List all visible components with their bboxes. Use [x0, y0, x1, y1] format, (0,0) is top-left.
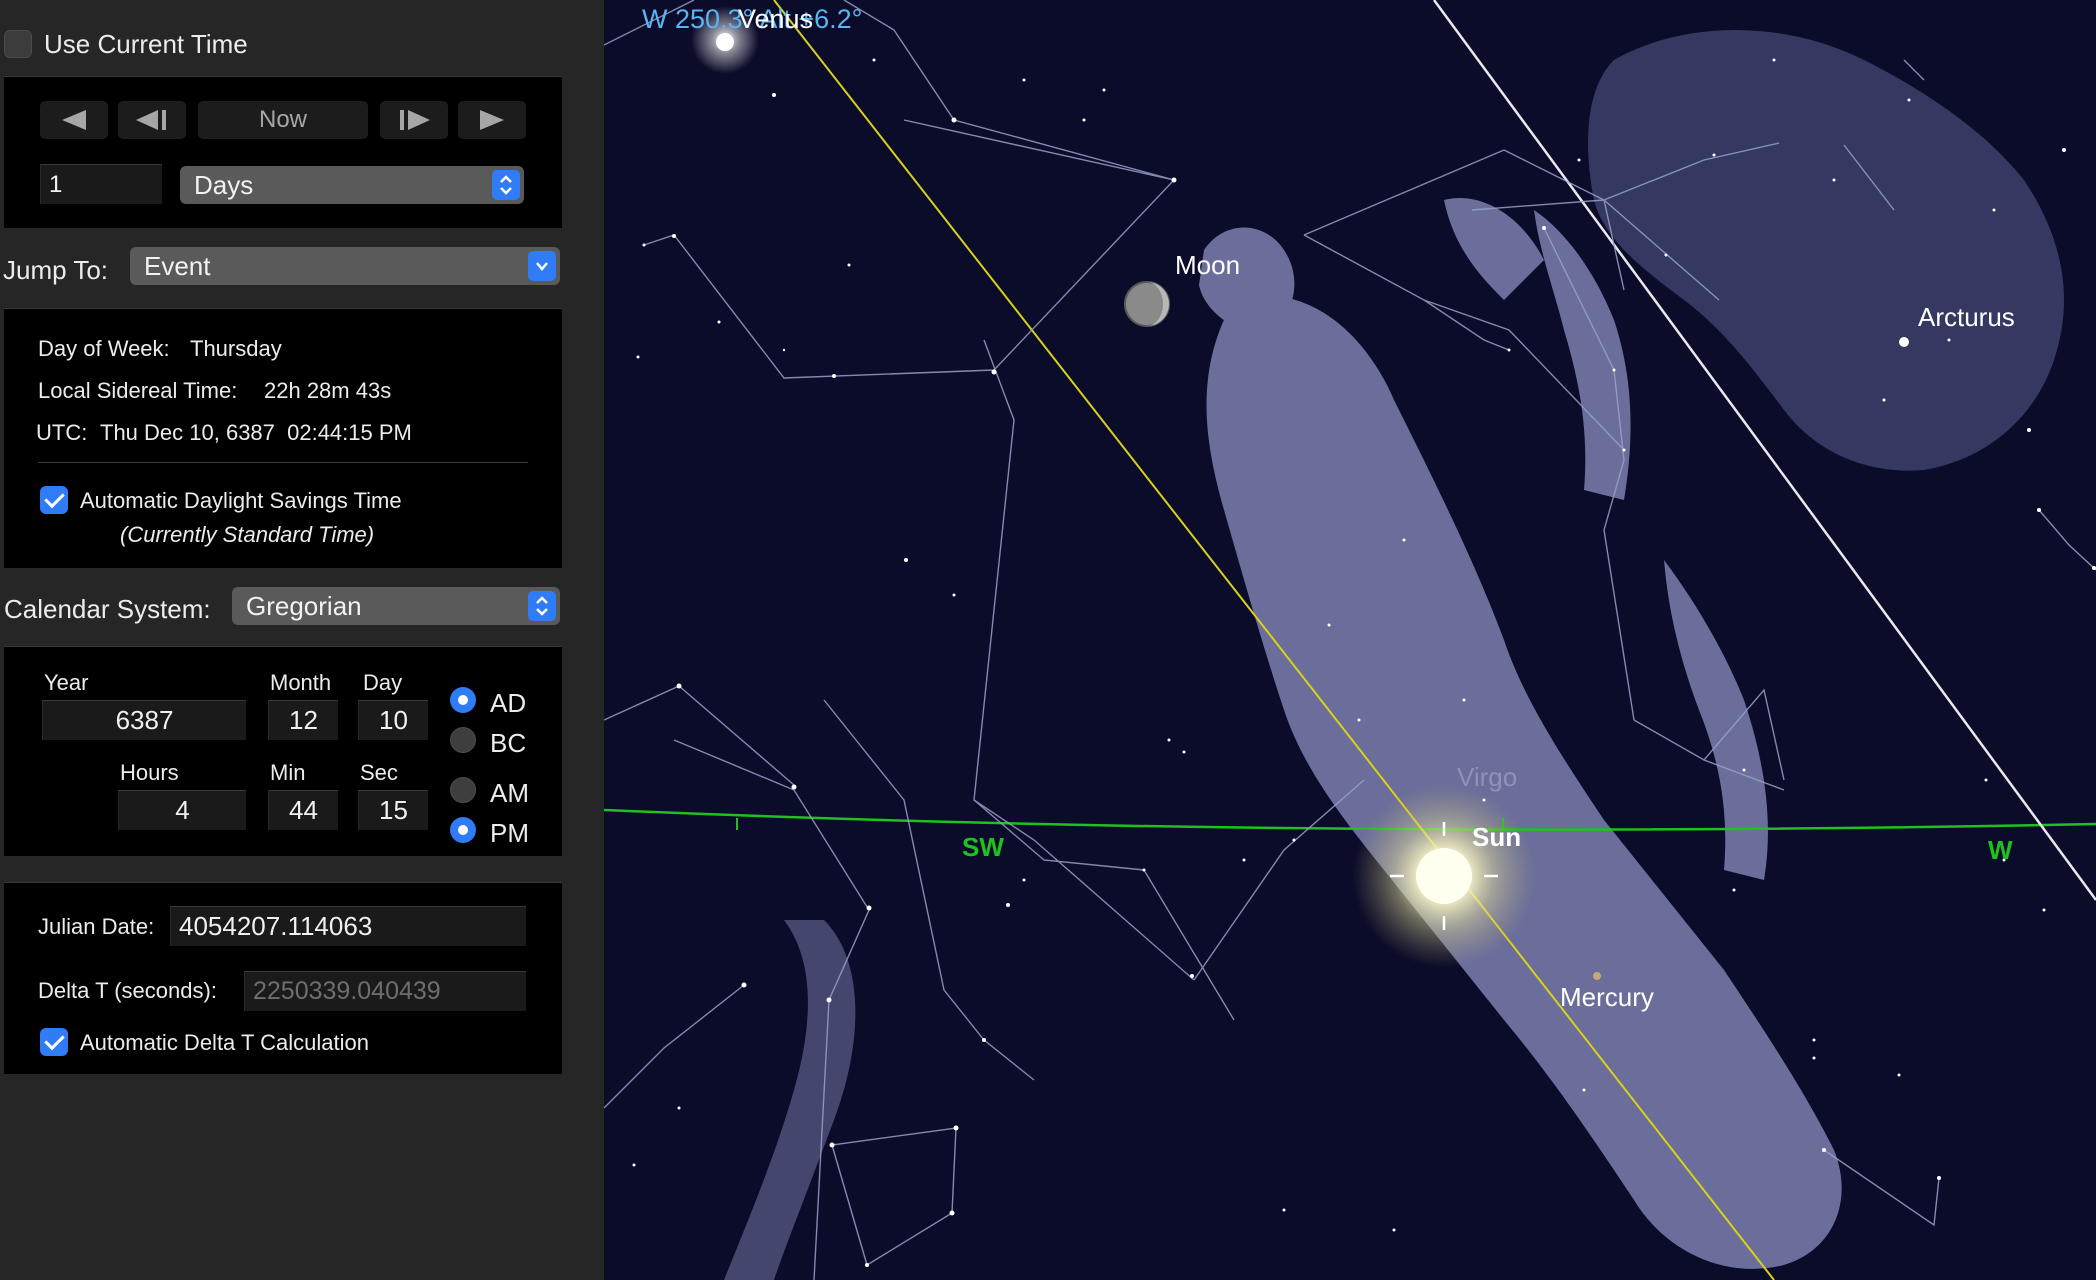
- day-of-week-value: Thursday: [190, 336, 282, 361]
- time-control-panel: Use Current Time Now 1 Days Jump To: Eve…: [0, 0, 604, 1280]
- venus-marker[interactable]: [716, 33, 734, 51]
- day-of-week-label: Day of Week:: [38, 336, 170, 361]
- day-label: Day: [363, 670, 403, 695]
- ad-label: AD: [490, 688, 527, 718]
- year-label: Year: [44, 670, 89, 695]
- step-unit-select[interactable]: Days: [180, 166, 524, 204]
- southwest-direction-label: SW: [962, 832, 1004, 862]
- venus-label[interactable]: Venus: [738, 4, 813, 35]
- step-back-button[interactable]: [40, 101, 108, 139]
- utc-value: Thu Dec 10, 6387 02:44:15 PM: [100, 420, 412, 445]
- dst-status-text: (Currently Standard Time): [120, 522, 375, 547]
- frame-forward-icon: [400, 110, 430, 130]
- updown-chevron-icon: [492, 170, 520, 200]
- use-current-time-label: Use Current Time: [44, 29, 248, 59]
- bc-label: BC: [490, 728, 527, 758]
- sky-canvas: [604, 0, 2096, 1280]
- jump-to-label: Jump To:: [3, 255, 109, 285]
- jump-to-select[interactable]: Event: [130, 247, 560, 285]
- auto-dst-checkbox[interactable]: [40, 486, 68, 514]
- step-value-input[interactable]: 1: [40, 164, 162, 204]
- sec-label: Sec: [360, 760, 398, 785]
- mercury-label[interactable]: Mercury: [1560, 982, 1654, 1013]
- west-direction-label: W: [1988, 835, 2013, 865]
- frame-back-icon: [136, 110, 166, 130]
- utc-label: UTC:: [36, 420, 88, 445]
- year-input[interactable]: 6387: [42, 700, 246, 740]
- auto-dst-label: Automatic Daylight Savings Time: [80, 488, 402, 513]
- month-input[interactable]: 12: [268, 700, 338, 740]
- delta-t-input[interactable]: 2250339.040439: [244, 971, 526, 1011]
- serpens-figure-art: [724, 920, 856, 1280]
- step-forward-button[interactable]: [458, 101, 526, 139]
- step-forward-frame-button[interactable]: [380, 101, 448, 139]
- use-current-time-checkbox[interactable]: [4, 30, 32, 58]
- julian-date-label: Julian Date:: [38, 914, 155, 939]
- auto-delta-t-checkbox[interactable]: [40, 1028, 68, 1056]
- mercury-marker[interactable]: [1593, 972, 1601, 980]
- virgo-label[interactable]: Virgo: [1457, 762, 1517, 793]
- calendar-system-label: Calendar System:: [4, 594, 211, 624]
- sun-label[interactable]: Sun: [1472, 822, 1521, 853]
- sec-input[interactable]: 15: [358, 790, 428, 830]
- min-label: Min: [270, 760, 306, 785]
- hours-label: Hours: [120, 760, 179, 785]
- chevron-down-icon: [528, 251, 556, 281]
- min-input[interactable]: 44: [268, 790, 338, 830]
- pm-label: PM: [490, 818, 529, 848]
- step-back-frame-button[interactable]: [118, 101, 186, 139]
- arcturus-label[interactable]: Arcturus: [1918, 302, 2015, 333]
- sidereal-time-value: 22h 28m 43s: [264, 378, 392, 403]
- moon-label[interactable]: Moon: [1175, 250, 1240, 281]
- play-forward-icon: [480, 110, 504, 130]
- calendar-system-value: Gregorian: [246, 590, 362, 621]
- am-radio[interactable]: [450, 777, 476, 803]
- month-label: Month: [270, 670, 332, 695]
- am-label: AM: [490, 778, 529, 808]
- day-input[interactable]: 10: [358, 700, 428, 740]
- arcturus-marker[interactable]: [1899, 337, 1909, 347]
- ad-radio[interactable]: [450, 687, 476, 713]
- auto-delta-t-label: Automatic Delta T Calculation: [80, 1030, 369, 1055]
- bootes-figure-art: [1588, 30, 2064, 471]
- now-button[interactable]: Now: [198, 101, 368, 139]
- bc-radio[interactable]: [450, 727, 476, 753]
- pm-radio[interactable]: [450, 817, 476, 843]
- updown-chevron-icon: [528, 591, 556, 621]
- sun-marker[interactable]: [1416, 848, 1472, 904]
- info-divider: [38, 462, 528, 463]
- calendar-system-select[interactable]: Gregorian: [232, 587, 560, 625]
- hours-input[interactable]: 4: [118, 790, 246, 830]
- delta-t-label: Delta T (seconds):: [38, 978, 217, 1003]
- jump-to-value: Event: [144, 250, 211, 281]
- step-unit-value: Days: [194, 169, 254, 200]
- play-back-icon: [62, 110, 86, 130]
- sky-view[interactable]: W 250.3° Alt +6.2° Venus Moon Arcturus V…: [604, 0, 2096, 1280]
- time-step-box: [4, 76, 562, 228]
- julian-date-input[interactable]: 4054207.114063: [170, 906, 526, 946]
- sidereal-time-label: Local Sidereal Time:: [38, 378, 238, 403]
